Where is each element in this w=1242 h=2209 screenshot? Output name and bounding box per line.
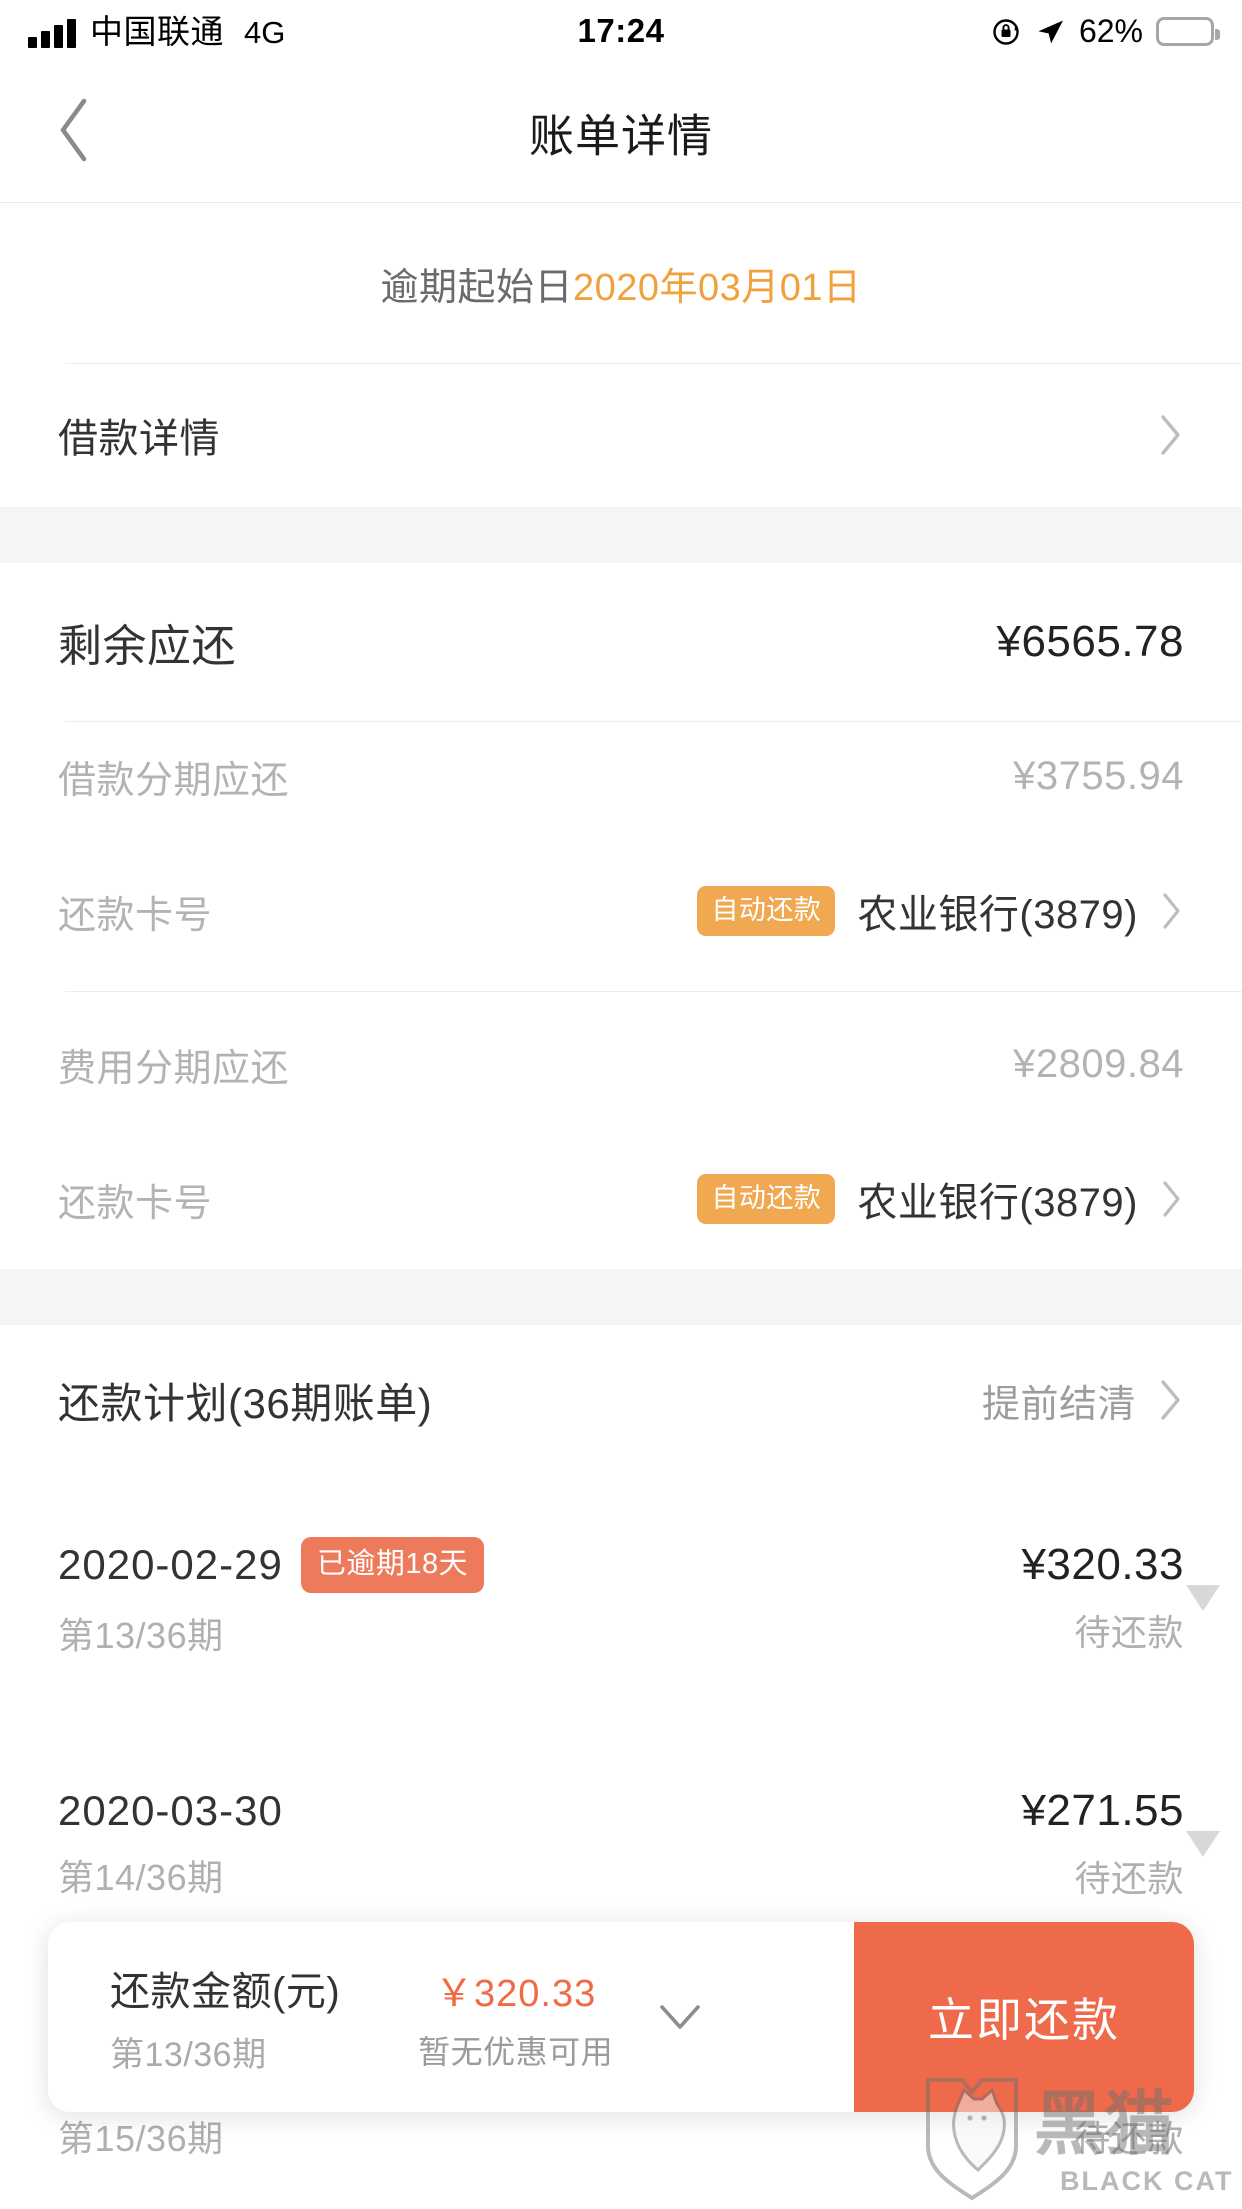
fee-repay-card-row[interactable]: 还款卡号 自动还款 农业银行(3879)	[0, 1119, 1242, 1279]
fee-installment-label: 费用分期应还	[58, 1047, 290, 1090]
signal-bars-icon	[28, 18, 76, 48]
clock: 17:24	[577, 12, 665, 49]
pay-bar: 还款金额(元) 第13/36期 ￥320.33 暂无优惠可用 立即还款	[48, 1922, 1194, 2112]
installment-left: 2020-02-29 已逾期18天 第13/36期	[58, 1537, 485, 1659]
fee-installment-value: ¥2809.84	[1013, 1041, 1184, 1086]
rotation-lock-icon	[991, 16, 1022, 47]
summary-card: 剩余应还 ¥6565.78 借款分期应还 ¥3755.94 还款卡号 自动还款 …	[0, 563, 1242, 1269]
status-bar-right: 62%	[991, 12, 1220, 50]
expand-caret-icon[interactable]	[1186, 1831, 1220, 1857]
battery-percent: 62%	[1078, 12, 1143, 49]
plan-header-card: 还款计划(36期账单) 提前结清	[0, 1325, 1242, 1476]
installment-date: 2020-03-30	[58, 1787, 283, 1834]
chevron-right-icon	[1160, 1179, 1184, 1219]
installment-date-line: 2020-03-30	[58, 1787, 283, 1835]
status-bar-left: 中国联通 4G	[28, 15, 285, 48]
pay-amount-block: 还款金额(元) 第13/36期	[110, 1959, 340, 2076]
network-type: 4G	[244, 14, 286, 50]
installment-row-1[interactable]: 2020-02-29 已逾期18天 第13/36期 ¥320.33 待还款	[0, 1475, 1242, 1722]
installment-date: 2020-02-29	[58, 1541, 283, 1588]
repay-now-label: 立即还款	[928, 1994, 1120, 2046]
loan-detail-label: 借款详情	[58, 417, 220, 461]
loan-bank-name: 农业银行(3879)	[857, 893, 1138, 937]
installment-right: ¥320.33 待还款	[1021, 1540, 1184, 1656]
expand-caret-icon[interactable]	[1186, 1585, 1220, 1611]
repay-now-button[interactable]: 立即还款	[854, 1922, 1194, 2112]
overdue-start-date: 2020年03月01日	[572, 266, 862, 309]
plan-header-row[interactable]: 还款计划(36期账单) 提前结清	[0, 1325, 1242, 1475]
chevron-right-icon	[1160, 891, 1184, 931]
loan-installment-value: ¥3755.94	[1013, 753, 1184, 798]
fee-bank-name: 农业银行(3879)	[857, 1181, 1138, 1225]
nav-bar: 账单详情	[0, 62, 1242, 202]
installment-amount: ¥271.55	[1021, 1786, 1184, 1835]
pay-amount-title: 还款金额(元)	[110, 1969, 341, 2014]
auto-repay-badge: 自动还款	[697, 886, 836, 936]
carrier-name: 中国联通	[90, 12, 224, 50]
chevron-right-icon	[1158, 413, 1184, 457]
installment-status: 待还款	[1074, 1858, 1184, 1899]
installment-right: 待还款	[1074, 2110, 1184, 2162]
status-bar: 中国联通 4G 17:24 62%	[0, 0, 1242, 62]
installment-term: 第13/36期	[58, 1615, 224, 1656]
pay-price-block: ￥320.33 暂无优惠可用	[418, 1962, 613, 2073]
pay-price: ￥320.33	[435, 1972, 597, 2015]
remaining-row: 剩余应还 ¥6565.78	[0, 563, 1242, 721]
settle-early-label: 提前结清	[981, 1383, 1136, 1426]
installment-left: 第15/36期	[58, 2110, 224, 2162]
chevron-right-icon	[1158, 1378, 1184, 1422]
remaining-value: ¥6565.78	[996, 617, 1184, 666]
chevron-down-icon[interactable]	[657, 2002, 703, 2032]
fee-installment-amount-row: 费用分期应还 ¥2809.84	[0, 1009, 1242, 1119]
installment-left: 2020-03-30 第14/36期	[58, 1787, 283, 1901]
settle-early-group[interactable]: 提前结清	[982, 1373, 1184, 1428]
plan-title: 还款计划(36期账单)	[58, 1379, 433, 1427]
divider	[65, 991, 1242, 992]
loan-installment-amount-row: 借款分期应还 ¥3755.94	[0, 721, 1242, 831]
installment-status: 待还款	[1074, 1612, 1184, 1653]
installment-status: 待还款	[1074, 2118, 1184, 2159]
page-title: 账单详情	[528, 110, 713, 162]
pay-term: 第13/36期	[110, 2035, 267, 2074]
pay-info[interactable]: 还款金额(元) 第13/36期 ￥320.33 暂无优惠可用	[48, 1922, 854, 2112]
installment-amount: ¥320.33	[1021, 1540, 1184, 1589]
fee-repay-card-value-group: 自动还款 农业银行(3879)	[697, 1170, 1184, 1228]
overdue-badge: 已逾期18天	[300, 1537, 485, 1593]
remaining-label: 剩余应还	[58, 622, 236, 671]
section-gap-2	[0, 1269, 1242, 1325]
auto-repay-badge: 自动还款	[697, 1174, 836, 1224]
loan-repay-card-value-group: 自动还款 农业银行(3879)	[697, 882, 1184, 940]
loan-installment-label: 借款分期应还	[58, 759, 290, 802]
installment-right: ¥271.55 待还款	[1021, 1786, 1184, 1902]
overdue-start-banner: 逾期起始日 2020年03月01日	[0, 203, 1242, 363]
pay-promo-text: 暂无优惠可用	[418, 2033, 614, 2070]
installment-date-line: 2020-02-29 已逾期18天	[58, 1537, 485, 1593]
location-arrow-icon	[1035, 16, 1066, 47]
loan-detail-row[interactable]: 借款详情	[0, 363, 1242, 507]
installment-term: 第14/36期	[58, 1857, 224, 1898]
loan-repay-card-row[interactable]: 还款卡号 自动还款 农业银行(3879)	[0, 831, 1242, 991]
battery-icon	[1156, 16, 1220, 46]
installment-term: 第15/36期	[58, 2118, 224, 2159]
loan-repay-card-label: 还款卡号	[58, 894, 213, 937]
overdue-start-label: 逾期起始日	[380, 266, 573, 309]
section-gap-1	[0, 507, 1242, 563]
loan-detail-card: 借款详情	[0, 363, 1242, 507]
fee-repay-card-label: 还款卡号	[58, 1182, 213, 1225]
